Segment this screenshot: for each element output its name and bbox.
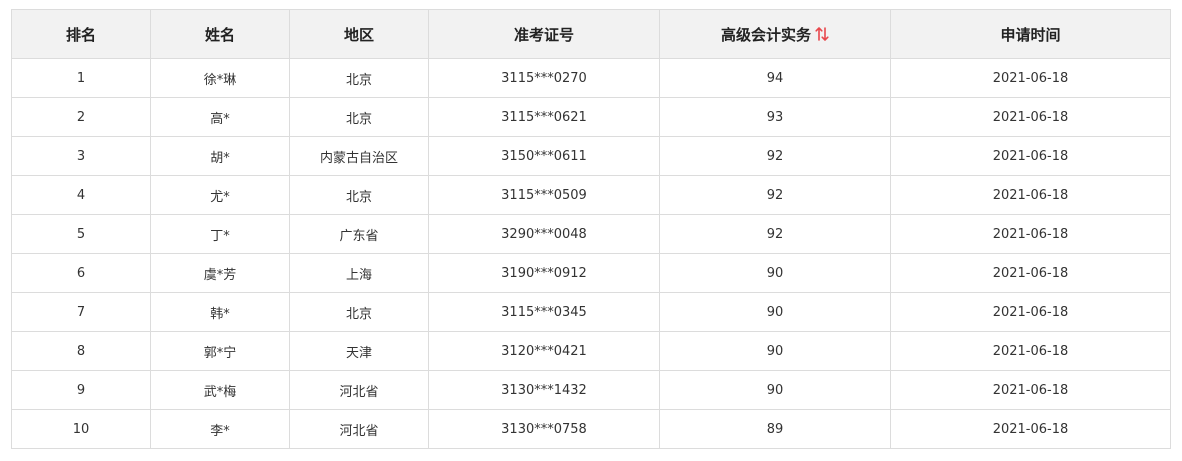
cell-exam-id: 3120***0421 [428,331,660,371]
cell-score: 90 [659,331,891,371]
ranking-table: 排名 姓名 地区 准考证号 高级会计实务 申请时间 1 徐*琳 北京 3115***0… [11,9,1171,449]
cell-name: 丁* [150,214,290,254]
cell-rank: 4 [11,175,151,215]
table-row: 1 徐*琳 北京 3115***0270 94 2021-06-18 [11,58,1171,98]
cell-region: 广东省 [289,214,429,254]
cell-score: 92 [659,136,891,176]
cell-score: 90 [659,292,891,332]
table-header-row: 排名 姓名 地区 准考证号 高级会计实务 申请时间 [11,9,1171,59]
ranking-table-container: 排名 姓名 地区 准考证号 高级会计实务 申请时间 1 徐*琳 北京 3115***0… [11,9,1171,449]
cell-rank: 3 [11,136,151,176]
cell-region: 河北省 [289,409,429,449]
cell-score: 93 [659,97,891,137]
cell-exam-id: 3150***0611 [428,136,660,176]
cell-rank: 1 [11,58,151,98]
cell-score: 90 [659,370,891,410]
cell-exam-id: 3115***0509 [428,175,660,215]
table-body: 1 徐*琳 北京 3115***0270 94 2021-06-18 2 高* 北京 3115**… [11,58,1171,449]
cell-exam-id: 3130***0758 [428,409,660,449]
cell-name: 郭*宁 [150,331,290,371]
cell-exam-id: 3115***0270 [428,58,660,98]
header-date: 申请时间 [890,9,1171,59]
header-name: 姓名 [150,9,290,59]
cell-date: 2021-06-18 [890,292,1171,332]
cell-rank: 2 [11,97,151,137]
cell-date: 2021-06-18 [890,58,1171,98]
cell-region: 北京 [289,292,429,332]
cell-rank: 8 [11,331,151,371]
cell-score: 94 [659,58,891,98]
table-row: 9 武*梅 河北省 3130***1432 90 2021-06-18 [11,370,1171,410]
table-row: 7 韩* 北京 3115***0345 90 2021-06-18 [11,292,1171,332]
cell-date: 2021-06-18 [890,136,1171,176]
cell-rank: 10 [11,409,151,449]
cell-date: 2021-06-18 [890,370,1171,410]
cell-rank: 7 [11,292,151,332]
cell-region: 北京 [289,97,429,137]
cell-score: 92 [659,214,891,254]
table-row: 6 虞*芳 上海 3190***0912 90 2021-06-18 [11,253,1171,293]
table-row: 3 胡* 内蒙古自治区 3150***0611 92 2021-06-18 [11,136,1171,176]
cell-date: 2021-06-18 [890,175,1171,215]
cell-score: 92 [659,175,891,215]
table-row: 10 李* 河北省 3130***0758 89 2021-06-18 [11,409,1171,449]
cell-name: 高* [150,97,290,137]
cell-exam-id: 3190***0912 [428,253,660,293]
cell-date: 2021-06-18 [890,253,1171,293]
cell-name: 韩* [150,292,290,332]
cell-name: 李* [150,409,290,449]
sort-arrows-icon[interactable] [815,26,829,42]
cell-date: 2021-06-18 [890,97,1171,137]
cell-rank: 6 [11,253,151,293]
header-score[interactable]: 高级会计实务 [659,9,891,59]
cell-name: 徐*琳 [150,58,290,98]
cell-date: 2021-06-18 [890,409,1171,449]
cell-date: 2021-06-18 [890,331,1171,371]
cell-exam-id: 3290***0048 [428,214,660,254]
cell-name: 虞*芳 [150,253,290,293]
cell-region: 北京 [289,58,429,98]
header-exam-id: 准考证号 [428,9,660,59]
cell-rank: 5 [11,214,151,254]
cell-exam-id: 3115***0345 [428,292,660,332]
cell-region: 天津 [289,331,429,371]
cell-region: 河北省 [289,370,429,410]
cell-name: 尤* [150,175,290,215]
cell-name: 胡* [150,136,290,176]
cell-region: 上海 [289,253,429,293]
table-row: 2 高* 北京 3115***0621 93 2021-06-18 [11,97,1171,137]
cell-rank: 9 [11,370,151,410]
cell-exam-id: 3115***0621 [428,97,660,137]
cell-region: 北京 [289,175,429,215]
cell-name: 武*梅 [150,370,290,410]
cell-score: 89 [659,409,891,449]
table-row: 4 尤* 北京 3115***0509 92 2021-06-18 [11,175,1171,215]
cell-exam-id: 3130***1432 [428,370,660,410]
table-row: 8 郭*宁 天津 3120***0421 90 2021-06-18 [11,331,1171,371]
header-rank: 排名 [11,9,151,59]
header-region: 地区 [289,9,429,59]
header-score-label: 高级会计实务 [720,25,811,44]
cell-date: 2021-06-18 [890,214,1171,254]
cell-region: 内蒙古自治区 [289,136,429,176]
cell-score: 90 [659,253,891,293]
table-row: 5 丁* 广东省 3290***0048 92 2021-06-18 [11,214,1171,254]
